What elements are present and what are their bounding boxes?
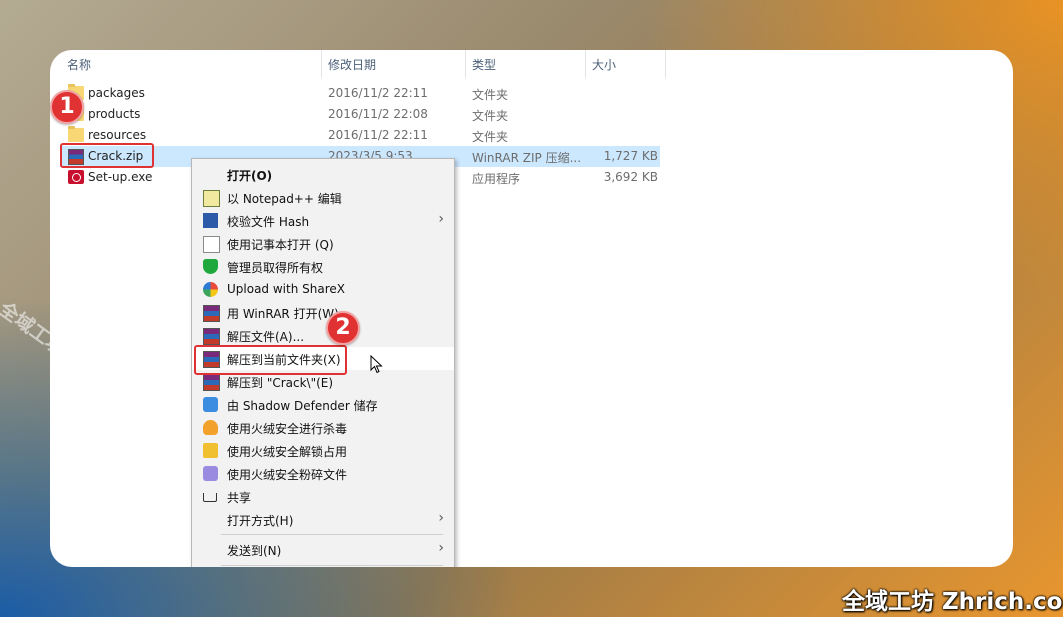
file-modified: 2016/11/2 22:08 [328,107,428,121]
file-type: 文件夹 [472,130,509,144]
menu-separator [221,565,443,566]
menu-item-shadow-defender[interactable]: 由 Shadow Defender 储存 [192,393,454,416]
menu-item-hash[interactable]: 校验文件 Hash › [192,209,454,232]
menu-item-huorong-unlock[interactable]: 使用火绒安全解锁占用 [192,439,454,462]
adobe-setup-icon [68,170,84,184]
winrar-icon [203,305,220,322]
column-divider[interactable] [321,50,322,78]
file-size: 3,692 KB [603,170,658,184]
menu-item-notepadpp[interactable]: 以 Notepad++ 编辑 [192,186,454,209]
chevron-right-icon: › [438,211,444,227]
highlight-box-extract-here [194,345,347,375]
folder-icon [68,126,84,142]
column-divider[interactable] [465,50,466,78]
file-type: 文件夹 [472,88,509,102]
mouse-cursor-icon [370,355,383,374]
menu-item-label: 解压到 "Crack\"(E) [227,376,334,390]
menu-item-notepad[interactable]: 使用记事本打开 (Q) [192,232,454,255]
menu-item-label: 使用火绒安全进行杀毒 [227,422,348,436]
column-header-size[interactable]: 大小 [592,56,616,73]
menu-separator [221,534,443,535]
step-badge-1: 1 [50,90,84,124]
menu-item-label: 用 WinRAR 打开(W) [227,307,339,321]
menu-item-label: 由 Shadow Defender 储存 [227,399,378,413]
shadow-defender-icon [203,397,218,412]
menu-item-label: 打开方式(H) [227,514,294,528]
file-type: 文件夹 [472,109,509,123]
file-name: packages [88,86,145,100]
column-header-bar: ^ 名称 修改日期 类型 大小 [50,50,666,78]
file-row-packages[interactable]: packages 2016/11/2 22:11 文件夹 [60,83,660,104]
menu-item-take-ownership[interactable]: 管理员取得所有权 [192,255,454,278]
file-name: Set-up.exe [88,170,153,184]
share-icon [203,493,217,502]
column-divider[interactable] [665,50,666,78]
chevron-right-icon: › [438,540,444,556]
menu-item-winrar-open[interactable]: 用 WinRAR 打开(W) [192,301,454,324]
column-divider[interactable] [585,50,586,78]
menu-item-extract-files[interactable]: 解压文件(A)... [192,324,454,347]
menu-item-open[interactable]: 打开(O) [192,163,454,186]
menu-item-label: 以 Notepad++ 编辑 [227,192,342,206]
file-type: 应用程序 [472,172,521,186]
unlock-icon [203,443,218,458]
menu-item-send-to[interactable]: 发送到(N) › [192,538,454,561]
notepadpp-icon [203,190,220,207]
file-name: products [88,107,141,121]
menu-item-open-with[interactable]: 打开方式(H) › [192,508,454,531]
menu-item-label: 解压文件(A)... [227,330,305,344]
menu-item-huorong-scan[interactable]: 使用火绒安全进行杀毒 [192,416,454,439]
watermark-corner: 全域工坊 Zhrich.com [842,589,1063,615]
sharex-icon [203,282,218,297]
menu-item-label: 使用记事本打开 (Q) [227,238,334,252]
winrar-icon [203,374,220,391]
sort-up-icon: ^ [187,50,196,57]
menu-item-label: 使用火绒安全粉碎文件 [227,468,348,482]
menu-item-label: 使用火绒安全解锁占用 [227,445,348,459]
menu-item-label: 共享 [227,491,252,505]
menu-item-label: 发送到(N) [227,544,282,558]
file-type: WinRAR ZIP 压缩... [472,151,582,165]
menu-item-sharex[interactable]: Upload with ShareX [192,278,454,301]
menu-item-label: 打开(O) [227,169,273,183]
file-name: resources [88,128,147,142]
huorong-icon [203,420,218,435]
file-modified: 2016/11/2 22:11 [328,128,428,142]
explorer-window: ^ 名称 修改日期 类型 大小 packages 2016/11/2 22:11… [50,50,1013,567]
file-size: 1,727 KB [603,149,658,163]
column-header-type[interactable]: 类型 [472,56,496,73]
winrar-icon [203,328,220,345]
menu-item-share[interactable]: 共享 [192,485,454,508]
chevron-right-icon: › [438,510,444,526]
file-modified: 2016/11/2 22:11 [328,86,428,100]
highlight-box-crack-zip [60,143,154,168]
menu-item-huorong-shred[interactable]: 使用火绒安全粉碎文件 [192,462,454,485]
menu-item-label: 校验文件 Hash [227,215,310,229]
file-row-products[interactable]: products 2016/11/2 22:08 文件夹 [60,104,660,125]
menu-item-label: 管理员取得所有权 [227,261,324,275]
column-header-name[interactable]: 名称 [67,56,91,73]
shield-icon [203,259,218,274]
document-icon [203,236,220,253]
column-header-modified[interactable]: 修改日期 [328,56,376,73]
powershell-icon [203,213,218,228]
menu-item-label: Upload with ShareX [227,282,345,296]
step-badge-2: 2 [326,311,360,345]
shredder-icon [203,466,218,481]
